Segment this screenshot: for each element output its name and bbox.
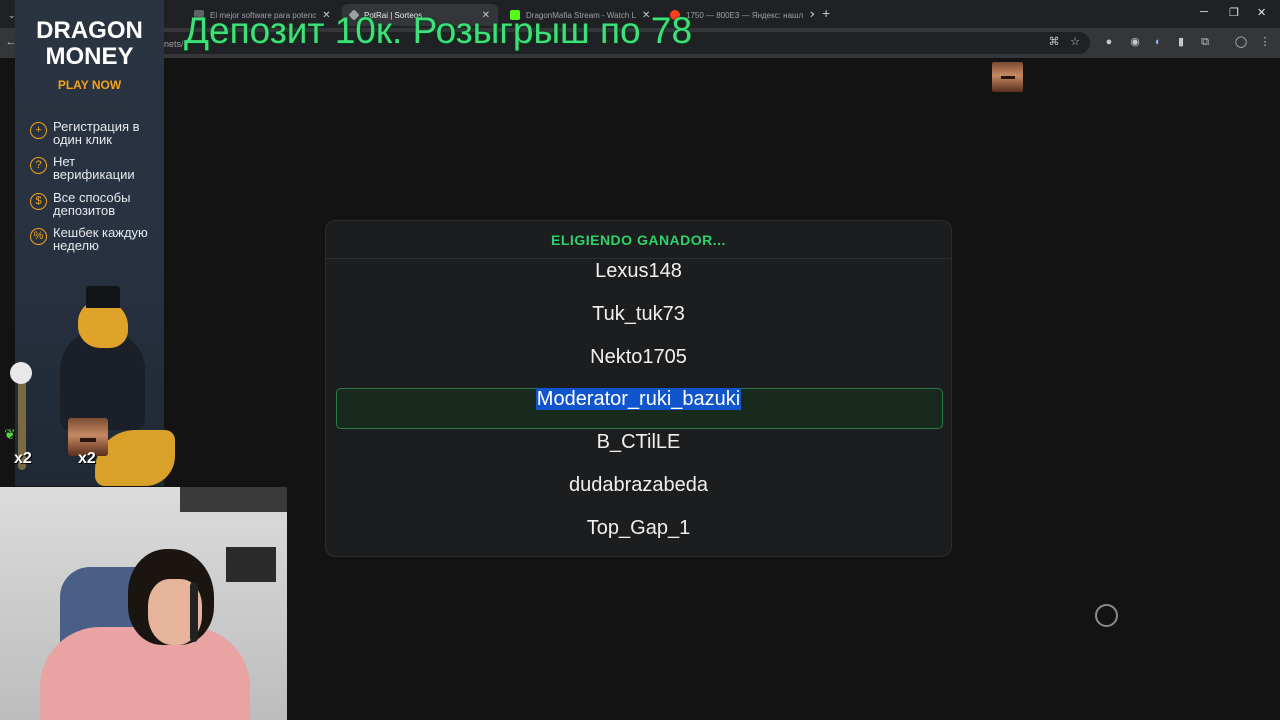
streamer-webcam <box>0 487 287 720</box>
participant-name: Tuk_tuk73 <box>592 303 685 325</box>
participant-name-selected: Moderator_ruki_bazuki <box>326 384 951 414</box>
profile-icon[interactable]: ◯ <box>1234 35 1248 49</box>
participant-name: dudabrazabeda <box>568 474 708 496</box>
multiplier-badge: x2 <box>14 450 32 467</box>
extensions-puzzle-icon[interactable]: ⧉ <box>1198 35 1212 49</box>
tab-close-icon[interactable]: ✕ <box>809 10 814 21</box>
bookmark-star-icon[interactable]: ☆ <box>1068 35 1082 49</box>
cashback-icon: % <box>30 228 47 245</box>
extension-cookie-icon[interactable]: ● <box>1102 35 1116 49</box>
feature-text: Все способы депозитов <box>53 190 131 218</box>
sponsor-cta: PLAY NOW <box>57 78 122 92</box>
new-tab-icon[interactable]: + <box>822 5 830 21</box>
headset-cable-graphic <box>190 582 198 642</box>
maximize-icon[interactable]: ❐ <box>1229 6 1239 19</box>
sponsor-feature: $ Все способы депозитов <box>30 191 153 217</box>
audio-icon[interactable]: ◖ <box>1150 35 1164 49</box>
raffle-status: ELIGIENDO GANADOR... <box>551 231 726 248</box>
sponsor-logo: DRAGON MONEY <box>15 18 164 70</box>
extension-bar-icon[interactable]: ▮ <box>1174 35 1188 49</box>
skull-cane-icon <box>10 362 32 384</box>
coin-icon: $ <box>30 193 47 210</box>
address-text: nets/ <box>164 39 184 49</box>
plus-icon: + <box>30 122 47 139</box>
logo-line-2: MONEY <box>45 43 134 70</box>
selected-text: Moderator_ruki_bazuki <box>535 388 742 410</box>
user-avatar[interactable] <box>992 62 1023 92</box>
browser-menu-icon[interactable]: ⋮ <box>1258 35 1272 49</box>
sponsor-feature: % Кешбек каждую неделю <box>30 226 153 252</box>
stream-overlay-title: Депозит 10к. Розыгрыш по 78 <box>184 10 693 51</box>
feature-text: Кешбек каждую неделю <box>53 225 148 253</box>
sponsor-feature: ? Нет верификации <box>30 155 153 181</box>
sponsor-feature: + Регистрация в один клик <box>30 120 153 146</box>
raffle-header: ELIGIENDO GANADOR... <box>326 221 951 259</box>
monitor-graphic <box>226 547 276 582</box>
participant-name: Lexus148 <box>595 260 682 282</box>
translate-icon[interactable]: ⌘ <box>1047 35 1061 49</box>
tab-menu-icon[interactable]: ⌄ <box>0 4 16 26</box>
multiplier-badge: x2 <box>78 450 96 467</box>
minimize-icon[interactable]: ─ <box>1200 6 1208 18</box>
participant-name: B_CTilLE <box>596 431 681 453</box>
leaf-emote-icon: ❦ <box>4 426 16 442</box>
window-close-icon[interactable]: ✕ <box>1257 6 1266 19</box>
participant-name: Top_Gap_1 <box>586 517 691 539</box>
extension-badge-icon[interactable]: ◉ <box>1128 35 1142 49</box>
shelf-graphic <box>180 487 287 512</box>
feature-text: Нет верификации <box>53 154 135 182</box>
raffle-panel: ELIGIENDO GANADOR... Lexus148 Tuk_tuk73 … <box>325 220 952 557</box>
tab-title: 1750 — 800E3 — Яндекс: нашл <box>686 10 804 20</box>
streamer-body-graphic <box>40 627 250 720</box>
logo-line-1: DRAGON <box>36 17 143 44</box>
top-hat-graphic <box>86 286 120 308</box>
loading-cursor-icon <box>1095 604 1118 627</box>
feature-text: Регистрация в один клик <box>53 119 140 147</box>
screen: ⌄ El mejor software para potenc ✕ PotRai… <box>0 0 1280 720</box>
participant-name: Nekto1705 <box>590 346 687 368</box>
question-icon: ? <box>30 157 47 174</box>
